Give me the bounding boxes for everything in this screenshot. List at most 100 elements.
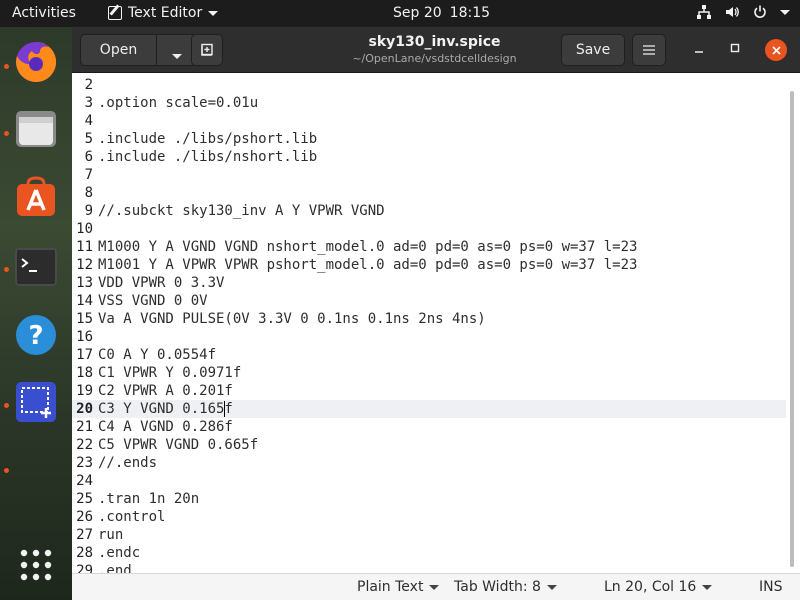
editor-line[interactable]: 11 M1000 Y A VGND VGND nshort_model.0 ad=… xyxy=(72,238,786,256)
dock-software[interactable] xyxy=(12,174,60,222)
line-text[interactable]: M1000 Y A VGND VGND nshort_model.0 ad=0 … xyxy=(98,238,637,256)
line-text[interactable]: .include ./libs/pshort.lib xyxy=(98,130,317,148)
line-number: 8 xyxy=(84,185,93,201)
editor-line[interactable]: 24 xyxy=(72,472,786,490)
editor-line[interactable]: 6 .include ./libs/nshort.lib xyxy=(72,148,786,166)
running-indicator xyxy=(4,267,9,272)
editor-line[interactable]: 28 .endc xyxy=(72,544,786,562)
line-text[interactable]: //.ends xyxy=(98,454,157,472)
new-document-button[interactable] xyxy=(191,34,223,66)
editor-line[interactable]: 23 //.ends xyxy=(72,454,786,472)
line-number: 10 xyxy=(76,221,93,237)
editor-line[interactable]: 25 .tran 1n 20n xyxy=(72,490,786,508)
chevron-down-icon xyxy=(780,9,790,15)
show-applications[interactable] xyxy=(12,541,60,589)
activities-button[interactable]: Activities xyxy=(12,5,76,21)
line-text[interactable]: .include ./libs/nshort.lib xyxy=(98,148,317,166)
maximize-button[interactable] xyxy=(730,41,740,57)
file-name: sky130_inv.spice xyxy=(368,34,501,50)
editor-line[interactable]: 21 C4 A VGND 0.286f xyxy=(72,418,786,436)
editor-line[interactable]: 29 .end xyxy=(72,562,786,573)
close-button[interactable] xyxy=(765,39,787,61)
clock-time: 18:15 xyxy=(449,5,491,21)
line-text[interactable]: //.subckt sky130_inv A Y VPWR VGND xyxy=(98,202,385,220)
dock-screenshot[interactable] xyxy=(12,378,60,426)
line-number: 3 xyxy=(84,95,93,111)
save-button[interactable]: Save xyxy=(561,34,625,66)
dock-help[interactable]: ? xyxy=(12,311,60,359)
editor-line[interactable]: 10 xyxy=(72,220,786,238)
text-view[interactable]: 2 3 .option scale=0.01u 4 5 .include ./libs/p… xyxy=(72,73,800,573)
line-text[interactable]: C0 A Y 0.0554f xyxy=(98,346,216,364)
editor-line[interactable]: 20 C3 Y VGND 0.165f xyxy=(72,400,786,418)
line-number: 12 xyxy=(76,257,93,273)
running-indicator xyxy=(4,64,9,69)
software-icon xyxy=(17,176,55,216)
dock-terminal[interactable] xyxy=(12,243,60,291)
editor-line[interactable]: 5 .include ./libs/pshort.lib xyxy=(72,130,786,148)
open-button[interactable]: Open xyxy=(80,34,197,66)
insert-mode-indicator[interactable]: INS xyxy=(759,579,783,595)
editor-line[interactable]: 27 run xyxy=(72,526,786,544)
line-number: 27 xyxy=(76,527,93,543)
line-text[interactable]: VDD VPWR 0 3.3V xyxy=(98,274,224,292)
cursor-position-label: Ln 20, Col 16 xyxy=(604,579,697,595)
line-text[interactable]: C3 Y VGND 0.165f xyxy=(98,400,233,418)
editor-line[interactable]: 22 C5 VPWR VGND 0.665f xyxy=(72,436,786,454)
editor-line[interactable]: 8 xyxy=(72,184,786,202)
close-icon xyxy=(771,45,781,55)
line-text[interactable]: .option scale=0.01u xyxy=(98,94,258,112)
tab-width-selector[interactable]: Tab Width: 8 xyxy=(454,579,557,595)
app-menu-label: Text Editor xyxy=(128,5,203,21)
editor-line[interactable]: 16 xyxy=(72,328,786,346)
system-tray[interactable] xyxy=(696,4,790,20)
editor-line[interactable]: 7 xyxy=(72,166,786,184)
line-text[interactable]: .tran 1n 20n xyxy=(98,490,199,508)
line-number: 15 xyxy=(76,311,93,327)
dock-files[interactable] xyxy=(12,104,60,152)
line-text[interactable]: .control xyxy=(98,508,165,526)
power-icon xyxy=(754,5,766,18)
vertical-scrollbar[interactable] xyxy=(788,73,796,573)
line-text[interactable]: .end xyxy=(98,562,132,573)
line-text[interactable]: M1001 Y A VPWR VPWR pshort_model.0 ad=0 … xyxy=(98,256,637,274)
maximize-icon xyxy=(730,43,740,53)
screenshot-icon xyxy=(16,382,56,422)
editor-line[interactable]: 14 VSS VGND 0 0V xyxy=(72,292,786,310)
line-number: 6 xyxy=(84,149,93,165)
editor-line[interactable]: 15 Va A VGND PULSE(0V 3.3V 0 0.1ns 0.1ns … xyxy=(72,310,786,328)
line-number: 19 xyxy=(76,383,93,399)
line-text[interactable]: run xyxy=(98,526,123,544)
line-number: 26 xyxy=(76,509,93,525)
scrollbar-thumb[interactable] xyxy=(790,91,794,567)
cursor-position-selector[interactable]: Ln 20, Col 16 xyxy=(604,579,713,595)
line-text[interactable]: C1 VPWR Y 0.0971f xyxy=(98,364,241,382)
editor-line[interactable]: 9 //.subckt sky130_inv A Y VPWR VGND xyxy=(72,202,786,220)
line-number: 5 xyxy=(84,131,93,147)
minimize-button[interactable] xyxy=(694,41,704,57)
editor-line[interactable]: 19 C2 VPWR A 0.201f xyxy=(72,382,786,400)
main-menu-button[interactable] xyxy=(632,34,666,66)
line-text[interactable]: C5 VPWR VGND 0.665f xyxy=(98,436,258,454)
language-selector[interactable]: Plain Text xyxy=(357,579,440,595)
editor-line[interactable]: 3 .option scale=0.01u xyxy=(72,94,786,112)
line-text[interactable]: .endc xyxy=(98,544,140,562)
editor-line[interactable]: 17 C0 A Y 0.0554f xyxy=(72,346,786,364)
editor-line[interactable]: 26 .control xyxy=(72,508,786,526)
line-text[interactable]: Va A VGND PULSE(0V 3.3V 0 0.1ns 0.1ns 2n… xyxy=(98,310,486,328)
line-text[interactable]: C2 VPWR A 0.201f xyxy=(98,382,233,400)
editor-line[interactable]: 13 VDD VPWR 0 3.3V xyxy=(72,274,786,292)
dock-firefox[interactable] xyxy=(12,37,60,85)
editor-line[interactable]: 12 M1001 Y A VPWR VPWR pshort_model.0 ad=… xyxy=(72,256,786,274)
chevron-down-icon xyxy=(429,584,440,590)
editor-line[interactable]: 4 xyxy=(72,112,786,130)
line-number: 22 xyxy=(76,437,93,453)
line-text[interactable]: C4 A VGND 0.286f xyxy=(98,418,233,436)
app-menu[interactable]: Text Editor xyxy=(108,5,219,21)
running-indicator xyxy=(4,131,9,136)
editor-line[interactable]: 2 xyxy=(72,76,786,94)
text-editor-window: Open sky130_inv.spice ~/OpenLane/vsdstdc… xyxy=(72,27,800,600)
line-text[interactable]: VSS VGND 0 0V xyxy=(98,292,208,310)
editor-line[interactable]: 18 C1 VPWR Y 0.0971f xyxy=(72,364,786,382)
clock[interactable]: Sep 20 18:15 xyxy=(393,5,490,21)
